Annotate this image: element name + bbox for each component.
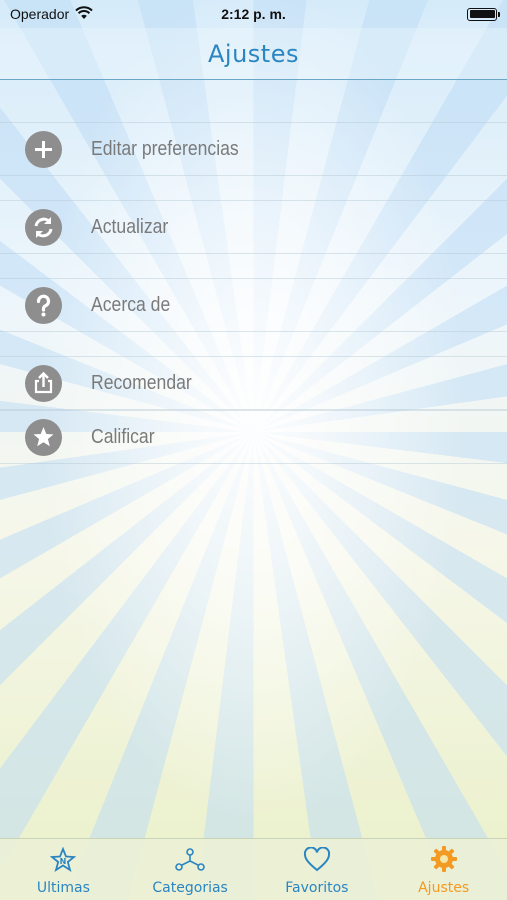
star-icon <box>25 418 62 456</box>
tab-label: Ultimas <box>36 880 90 896</box>
plus-icon <box>25 130 62 168</box>
battery-icon <box>467 7 500 21</box>
new-star-icon: N <box>50 846 77 878</box>
status-time: 2:12 p. m. <box>221 6 286 22</box>
tab-favoritos[interactable]: Favoritos <box>254 839 381 900</box>
tab-label: Categorias <box>152 880 228 896</box>
page-title: Ajustes <box>208 39 299 68</box>
menu-item-label: Actualizar <box>91 215 169 238</box>
menu-item-editar-preferencias[interactable]: Editar preferencias <box>0 122 507 176</box>
share-icon <box>25 364 62 402</box>
svg-text:N: N <box>60 857 67 866</box>
refresh-icon <box>25 208 62 246</box>
question-icon <box>25 286 62 324</box>
tab-label: Favoritos <box>285 880 349 896</box>
gear-icon <box>430 845 458 878</box>
navigation-bar: Ajustes <box>0 28 507 80</box>
menu-item-label: Recomendar <box>91 371 192 394</box>
menu-item-recomendar[interactable]: Recomendar <box>0 356 507 410</box>
tab-label: Ajustes <box>418 880 470 896</box>
menu-item-actualizar[interactable]: Actualizar <box>0 200 507 254</box>
menu-item-label: Calificar <box>91 425 155 448</box>
menu-item-calificar[interactable]: Calificar <box>0 410 507 464</box>
tab-bar: N Ultimas Categorias Favoritos Ajustes <box>0 838 507 900</box>
tab-ultimas[interactable]: N Ultimas <box>0 839 127 900</box>
menu-item-label: Editar preferencias <box>91 137 239 160</box>
network-icon <box>174 847 206 878</box>
tab-categorias[interactable]: Categorias <box>127 839 254 900</box>
heart-icon <box>303 846 331 878</box>
menu-item-acerca-de[interactable]: Acerca de <box>0 278 507 332</box>
status-bar: Operador 2:12 p. m. <box>0 0 507 28</box>
tab-ajustes[interactable]: Ajustes <box>380 839 507 900</box>
menu-item-label: Acerca de <box>91 293 171 316</box>
